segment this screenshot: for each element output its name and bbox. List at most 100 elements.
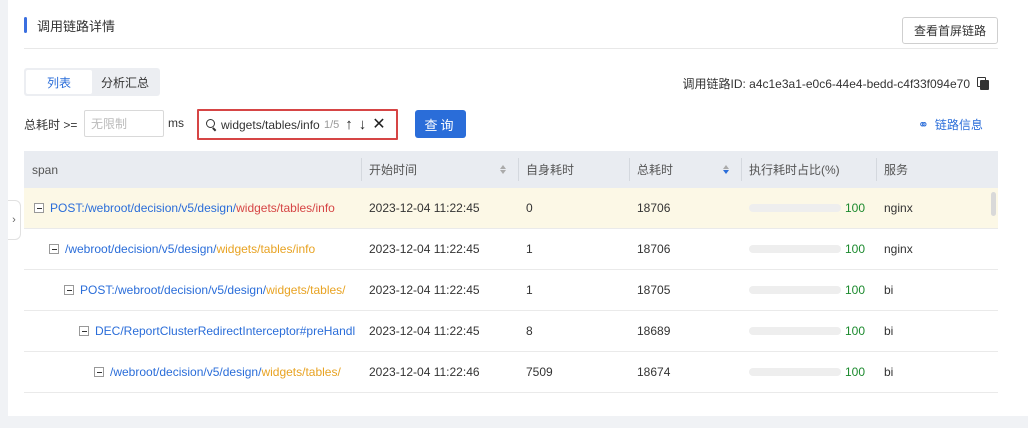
span-cell: /webroot/decision/v5/design/widgets/tabl… [24,242,361,256]
column-header-start-time[interactable]: 开始时间 [361,151,518,188]
progress-bar [749,245,841,253]
span-name-highlight: widgets/tables/info [236,201,335,215]
collapse-icon[interactable] [94,367,104,377]
collapse-icon[interactable] [64,285,74,295]
exec-ratio-cell: 100 [741,365,876,379]
title-accent-bar [24,17,27,33]
close-icon[interactable]: ✕ [372,116,385,133]
total-duration-cell: 18706 [637,242,671,256]
duration-unit-label: ms [168,116,184,130]
table-row[interactable]: /webroot/decision/v5/design/widgets/tabl… [24,229,998,270]
search-match-count: 1/5 [324,118,340,131]
ratio-value: 100 [845,242,866,256]
ratio-value: 100 [845,201,866,215]
start-time-cell: 2023-12-04 11:22:45 [369,324,480,338]
span-search-box[interactable]: widgets/tables/info 1/5 ↑ ↓ ✕ [197,109,398,140]
span-name-highlight: widgets/tables/info [216,242,316,256]
search-icon [206,119,217,132]
arrow-up-icon[interactable]: ↑ [345,117,353,132]
progress-bar [749,286,841,294]
column-header-span: span [32,162,59,177]
start-time-cell: 2023-12-04 11:22:45 [369,242,480,256]
total-duration-cell: 18689 [637,324,671,338]
search-input[interactable]: widgets/tables/info [221,118,321,132]
total-duration-cell: 18705 [637,283,671,297]
link-chain-icon: ⚭ [918,116,929,132]
query-button[interactable]: 查询 [415,110,466,138]
self-duration-cell: 8 [526,324,533,338]
column-header-exec-ratio: 执行耗时占比(%) [741,151,876,188]
progress-bar [749,368,841,376]
span-name[interactable]: POST:/webroot/decision/v5/design/widgets… [50,201,335,215]
table-body: POST:/webroot/decision/v5/design/widgets… [24,188,998,393]
table-row[interactable]: POST:/webroot/decision/v5/design/widgets… [24,188,998,229]
start-time-cell: 2023-12-04 11:22:45 [369,283,480,297]
page-title: 调用链路详情 [37,18,116,34]
self-duration-cell: 7509 [526,365,553,379]
span-name-prefix: /webroot/decision/v5/design/ [110,365,262,379]
span-name[interactable]: POST:/webroot/decision/v5/design/widgets… [80,283,346,297]
self-duration-cell: 1 [526,283,533,297]
exec-ratio-cell: 100 [741,201,876,215]
collapse-icon[interactable] [34,203,44,213]
view-first-screen-trace-button[interactable]: 查看首屏链路 [902,17,998,44]
start-time-cell: 2023-12-04 11:22:45 [369,201,480,215]
trace-detail-panel: 调用链路详情 查看首屏链路 列表 分析汇总 调用链路ID: a4c1e3a1-e… [8,0,1028,416]
trace-info-label: 链路信息 [934,118,983,132]
header-divider [24,48,998,49]
service-cell: nginx [884,201,913,215]
progress-bar [749,204,841,212]
column-header-service: 服务 [876,151,998,188]
exec-ratio-cell: 100 [741,324,876,338]
table-row[interactable]: DEC/ReportClusterRedirectInterceptor#pre… [24,311,998,352]
table-row[interactable]: /webroot/decision/v5/design/widgets/tabl… [24,352,998,393]
ratio-value: 100 [845,324,866,338]
start-time-cell: 2023-12-04 11:22:46 [369,365,480,379]
table-row[interactable]: POST:/webroot/decision/v5/design/widgets… [24,270,998,311]
self-duration-cell: 1 [526,242,533,256]
ratio-value: 100 [845,365,866,379]
span-cell: DEC/ReportClusterRedirectInterceptor#pre… [24,324,361,338]
trace-info-link[interactable]: ⚭ 链路信息 [918,116,983,133]
service-cell: nginx [884,242,913,256]
service-cell: bi [884,365,894,379]
tab-list[interactable]: 列表 [26,70,92,94]
service-cell: bi [884,283,894,297]
span-name[interactable]: /webroot/decision/v5/design/widgets/tabl… [65,242,315,256]
column-header-total-duration[interactable]: 总耗时 [629,151,741,188]
trace-id: 调用链路ID: a4c1e3a1-e0c6-44e4-bedd-c4f33f09… [682,75,990,92]
service-cell: bi [884,324,894,338]
arrow-down-icon[interactable]: ↓ [359,117,367,132]
span-cell: POST:/webroot/decision/v5/design/widgets… [24,283,361,297]
span-cell: /webroot/decision/v5/design/widgets/tabl… [24,365,361,379]
trace-id-text: 调用链路ID: a4c1e3a1-e0c6-44e4-bedd-c4f33f09… [682,77,970,91]
exec-ratio-cell: 100 [741,283,876,297]
collapse-icon[interactable] [49,244,59,254]
copy-icon[interactable] [976,76,990,91]
span-name-prefix: /webroot/decision/v5/design/ [65,242,217,256]
span-name-prefix: POST:/webroot/decision/v5/design/ [50,201,237,215]
collapse-icon[interactable] [79,326,89,336]
sort-desc-icon[interactable] [723,165,729,174]
table-scrollbar[interactable] [991,192,996,216]
table-header: span 开始时间 自身耗时 总耗时 执行耗时占比(%) 服务 [24,151,998,188]
min-duration-input[interactable] [84,110,164,137]
progress-bar [749,327,841,335]
total-duration-cell: 18674 [637,365,671,379]
chevron-right-icon[interactable]: › [8,200,21,240]
span-name-highlight: widgets/tables/ [261,365,341,379]
span-name-prefix: POST:/webroot/decision/v5/design/ [80,283,267,297]
span-name-highlight: widgets/tables/ [266,283,346,297]
column-header-self-duration: 自身耗时 [518,151,629,188]
span-table: span 开始时间 自身耗时 总耗时 执行耗时占比(%) 服务 POST:/we… [24,151,998,393]
view-tabs: 列表 分析汇总 [24,68,160,96]
page-header: 调用链路详情 [24,15,115,35]
sort-icon[interactable] [500,165,506,174]
span-cell: POST:/webroot/decision/v5/design/widgets… [24,201,361,215]
span-name[interactable]: DEC/ReportClusterRedirectInterceptor#pre… [95,324,355,338]
exec-ratio-cell: 100 [741,242,876,256]
ratio-value: 100 [845,283,866,297]
span-name-prefix: DEC/ReportClusterRedirectInterceptor#pre… [95,324,356,338]
span-name[interactable]: /webroot/decision/v5/design/widgets/tabl… [110,365,341,379]
tab-analysis-summary[interactable]: 分析汇总 [92,70,158,94]
